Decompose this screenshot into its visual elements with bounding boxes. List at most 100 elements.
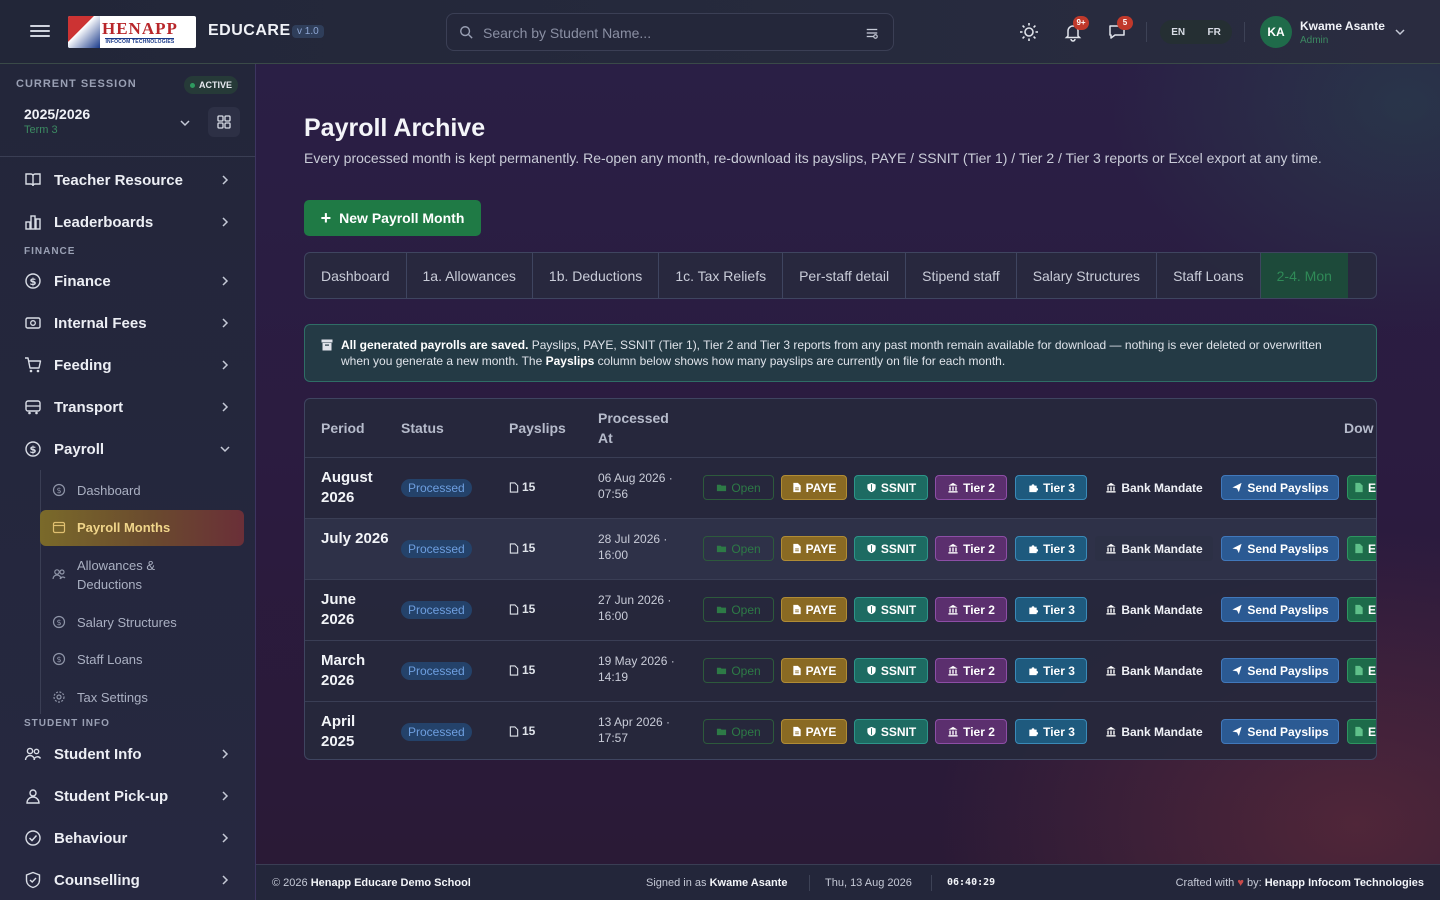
- sidebar-item-feeding[interactable]: Feeding: [0, 347, 255, 383]
- send-payslips-button[interactable]: Send Payslips: [1221, 658, 1339, 683]
- excel-export-button[interactable]: E: [1347, 719, 1376, 744]
- chevron-down-icon[interactable]: [178, 116, 192, 130]
- status-badge: Processed: [401, 540, 472, 558]
- bank-mandate-button[interactable]: Bank Mandate: [1095, 719, 1213, 744]
- sidebar-item-teacher-resource[interactable]: Teacher Resource: [0, 162, 255, 198]
- sidebar-subitem-payroll-months[interactable]: Payroll Months: [40, 510, 244, 546]
- open-button[interactable]: Open: [703, 658, 774, 683]
- bank-mandate-button[interactable]: Bank Mandate: [1095, 536, 1213, 561]
- tier3-button[interactable]: Tier 3: [1015, 658, 1087, 683]
- paye-button[interactable]: PAYE: [781, 597, 847, 622]
- sidebar-item-student-info[interactable]: Student Info: [0, 736, 255, 772]
- open-button[interactable]: Open: [703, 536, 774, 561]
- open-button[interactable]: Open: [703, 597, 774, 622]
- excel-export-button[interactable]: E: [1347, 536, 1376, 561]
- period-cell: August 2026: [321, 469, 373, 506]
- search-box: [446, 13, 894, 51]
- tab-months[interactable]: 2-4. Mon: [1260, 253, 1348, 298]
- tier3-button[interactable]: Tier 3: [1015, 719, 1087, 744]
- column-header-downloads[interactable]: Dow: [1344, 418, 1374, 438]
- section-label-finance: FINANCE: [24, 246, 76, 257]
- paye-button[interactable]: PAYE: [781, 536, 847, 561]
- sun-icon[interactable]: [1019, 22, 1039, 42]
- ssnit-button[interactable]: SSNIT: [854, 719, 928, 744]
- tab-dashboard[interactable]: Dashboard: [305, 253, 407, 298]
- paye-button[interactable]: PAYE: [781, 658, 847, 683]
- tab-salary-structures[interactable]: Salary Structures: [1017, 253, 1158, 298]
- search-input[interactable]: [483, 22, 863, 44]
- column-header-period[interactable]: Period: [321, 418, 365, 438]
- ssnit-button[interactable]: SSNIT: [854, 597, 928, 622]
- tab-staff-loans[interactable]: Staff Loans: [1157, 253, 1261, 298]
- tier3-button[interactable]: Tier 3: [1015, 536, 1087, 561]
- send-payslips-button[interactable]: Send Payslips: [1221, 475, 1339, 500]
- ssnit-button[interactable]: SSNIT: [854, 658, 928, 683]
- tier2-button[interactable]: Tier 2: [935, 597, 1007, 622]
- bank-mandate-button[interactable]: Bank Mandate: [1095, 658, 1213, 683]
- puzzle-icon: [1029, 728, 1039, 737]
- column-header-processed-at[interactable]: Processed At: [598, 408, 678, 448]
- menu-icon[interactable]: [28, 22, 52, 42]
- bank-mandate-button[interactable]: Bank Mandate: [1095, 597, 1213, 622]
- bank-mandate-button[interactable]: Bank Mandate: [1095, 475, 1213, 500]
- sidebar-item-finance[interactable]: $ Finance: [0, 263, 255, 299]
- sidebar-item-payroll[interactable]: $ Payroll: [0, 431, 255, 467]
- sidebar-subitem-staff-loans[interactable]: $ Staff Loans: [40, 650, 244, 670]
- apps-grid-button[interactable]: [208, 107, 240, 137]
- sidebar-item-internal-fees[interactable]: Internal Fees: [0, 305, 255, 341]
- tab-tax-reliefs[interactable]: 1c. Tax Reliefs: [659, 253, 784, 298]
- tier2-button[interactable]: Tier 2: [935, 719, 1007, 744]
- sidebar-item-transport[interactable]: Transport: [0, 389, 255, 425]
- file-icon: [509, 603, 519, 615]
- ssnit-button[interactable]: SSNIT: [854, 536, 928, 561]
- sidebar-subitem-dashboard[interactable]: $ Dashboard: [40, 481, 244, 501]
- tab-allowances[interactable]: 1a. Allowances: [407, 253, 533, 298]
- sidebar-subitem-label: Tax Settings: [77, 690, 148, 705]
- avatar[interactable]: KA: [1260, 16, 1292, 48]
- send-payslips-button[interactable]: Send Payslips: [1221, 719, 1339, 744]
- sidebar-subitem-salary-structures[interactable]: $ Salary Structures: [40, 613, 244, 633]
- user-name[interactable]: Kwame Asante: [1300, 19, 1385, 33]
- puzzle-icon: [1029, 667, 1039, 676]
- lang-fr-button[interactable]: FR: [1207, 27, 1220, 38]
- tab-deductions[interactable]: 1b. Deductions: [533, 253, 660, 298]
- cart-icon: [25, 357, 42, 373]
- tier3-button[interactable]: Tier 3: [1015, 475, 1087, 500]
- paye-button[interactable]: PAYE: [781, 475, 847, 500]
- column-header-payslips[interactable]: Payslips: [509, 418, 566, 438]
- sidebar-item-leaderboards[interactable]: Leaderboards: [0, 204, 255, 240]
- file-icon: [792, 604, 801, 615]
- sidebar-item-behaviour[interactable]: Behaviour: [0, 820, 255, 856]
- send-payslips-button[interactable]: Send Payslips: [1221, 536, 1339, 561]
- send-payslips-button[interactable]: Send Payslips: [1221, 597, 1339, 622]
- paye-button[interactable]: PAYE: [781, 719, 847, 744]
- new-payroll-month-button[interactable]: + New Payroll Month: [304, 200, 481, 236]
- filter-icon[interactable]: [865, 26, 879, 40]
- folder-icon: [717, 484, 727, 492]
- tab-stipend-staff[interactable]: Stipend staff: [906, 253, 1017, 298]
- chevron-down-icon[interactable]: [1394, 26, 1406, 38]
- lang-en-button[interactable]: EN: [1171, 27, 1185, 38]
- dollar-circle-icon: $: [25, 273, 41, 289]
- excel-export-button[interactable]: E: [1347, 658, 1376, 683]
- tab-per-staff-detail[interactable]: Per-staff detail: [783, 253, 907, 298]
- session-year[interactable]: 2025/2026: [24, 106, 90, 122]
- sidebar-item-student-pickup[interactable]: Student Pick-up: [0, 778, 255, 814]
- open-button[interactable]: Open: [703, 719, 774, 744]
- tier2-button[interactable]: Tier 2: [935, 536, 1007, 561]
- messages-button[interactable]: 5: [1107, 16, 1133, 42]
- dollar-circle-icon: $: [52, 615, 66, 629]
- tier3-button[interactable]: Tier 3: [1015, 597, 1087, 622]
- excel-export-button[interactable]: E: [1347, 475, 1376, 500]
- sidebar-item-label: Payroll: [54, 440, 105, 458]
- sidebar-item-counselling[interactable]: Counselling: [0, 862, 255, 898]
- tier2-button[interactable]: Tier 2: [935, 658, 1007, 683]
- tier2-button[interactable]: Tier 2: [935, 475, 1007, 500]
- column-header-status[interactable]: Status: [401, 418, 444, 438]
- sidebar-subitem-tax-settings[interactable]: Tax Settings: [40, 688, 244, 708]
- ssnit-button[interactable]: SSNIT: [854, 475, 928, 500]
- open-button[interactable]: Open: [703, 475, 774, 500]
- notifications-button[interactable]: 9+: [1063, 16, 1089, 42]
- excel-export-button[interactable]: E: [1347, 597, 1376, 622]
- sidebar-subitem-allowances-deductions[interactable]: Allowances & Deductions: [40, 556, 244, 596]
